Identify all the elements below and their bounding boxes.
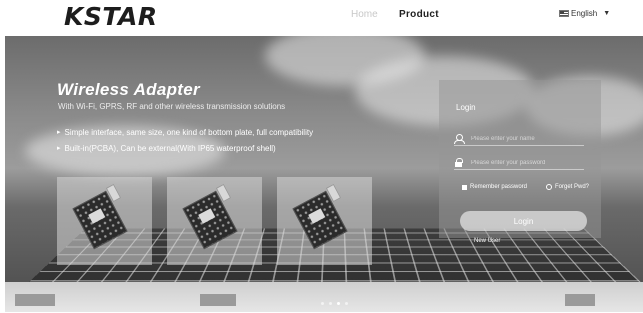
language-selector[interactable]: English ▼: [559, 9, 610, 18]
language-label: English: [571, 9, 598, 18]
username-row: [454, 132, 584, 146]
nav-home[interactable]: Home: [351, 9, 378, 20]
chip-icon: [88, 208, 106, 224]
remember-password[interactable]: Remember password: [462, 184, 527, 190]
ground-background: [5, 282, 643, 312]
triangle-bullet-icon: ▸: [57, 129, 61, 136]
ground-block: [15, 294, 55, 306]
header: KSTAR Home Product English ▼: [0, 0, 643, 36]
forgot-password-link[interactable]: Forget Pwd?: [546, 184, 589, 190]
us-flag-icon: [559, 10, 569, 17]
feature-item: ▸ Built-in(PCBA), Can be external(With I…: [57, 144, 276, 153]
gprs-adapter-board-icon: [182, 190, 238, 250]
remember-checkbox[interactable]: [462, 184, 467, 190]
new-user-link[interactable]: New User: [474, 238, 500, 244]
hero-title: Wireless Adapter: [57, 80, 200, 99]
carousel-dot-active[interactable]: [337, 302, 340, 305]
feature-item: ▸ Simple interface, same size, one kind …: [57, 128, 313, 137]
nav-product[interactable]: Product: [399, 9, 439, 20]
carousel-dots: [321, 302, 348, 305]
login-title: Login: [456, 103, 476, 112]
carousel-dot[interactable]: [321, 302, 324, 305]
carousel-dot[interactable]: [329, 302, 332, 305]
ground-block: [200, 294, 236, 306]
user-icon: [454, 134, 465, 144]
feature-text: Simple interface, same size, one kind of…: [64, 128, 314, 137]
username-input[interactable]: [471, 135, 581, 142]
feature-text: Built-in(PCBA), Can be external(With IP6…: [64, 144, 276, 153]
remember-label: Remember password: [470, 184, 528, 190]
chip-icon: [198, 208, 216, 224]
kstar-logo[interactable]: KSTAR: [64, 2, 158, 31]
carousel-dot[interactable]: [345, 302, 348, 305]
hero-subtitle: With Wi-Fi, GPRS, RF and other wireless …: [58, 102, 286, 111]
login-button[interactable]: Login: [460, 211, 587, 231]
ground-block: [565, 294, 595, 306]
password-input[interactable]: [471, 159, 581, 166]
rf-adapter-board-icon: [292, 190, 348, 250]
product-card-3[interactable]: [277, 177, 372, 265]
caret-down-icon: ▼: [603, 10, 611, 17]
forgot-password-icon: [546, 184, 552, 190]
product-card-1[interactable]: [57, 177, 152, 265]
triangle-bullet-icon: ▸: [57, 145, 61, 152]
product-card-2[interactable]: [167, 177, 262, 265]
lock-icon: [454, 158, 463, 167]
forgot-password-label: Forget Pwd?: [555, 184, 590, 190]
password-row: [454, 156, 584, 170]
wifi-adapter-board-icon: [72, 190, 128, 250]
chip-icon: [308, 208, 326, 224]
